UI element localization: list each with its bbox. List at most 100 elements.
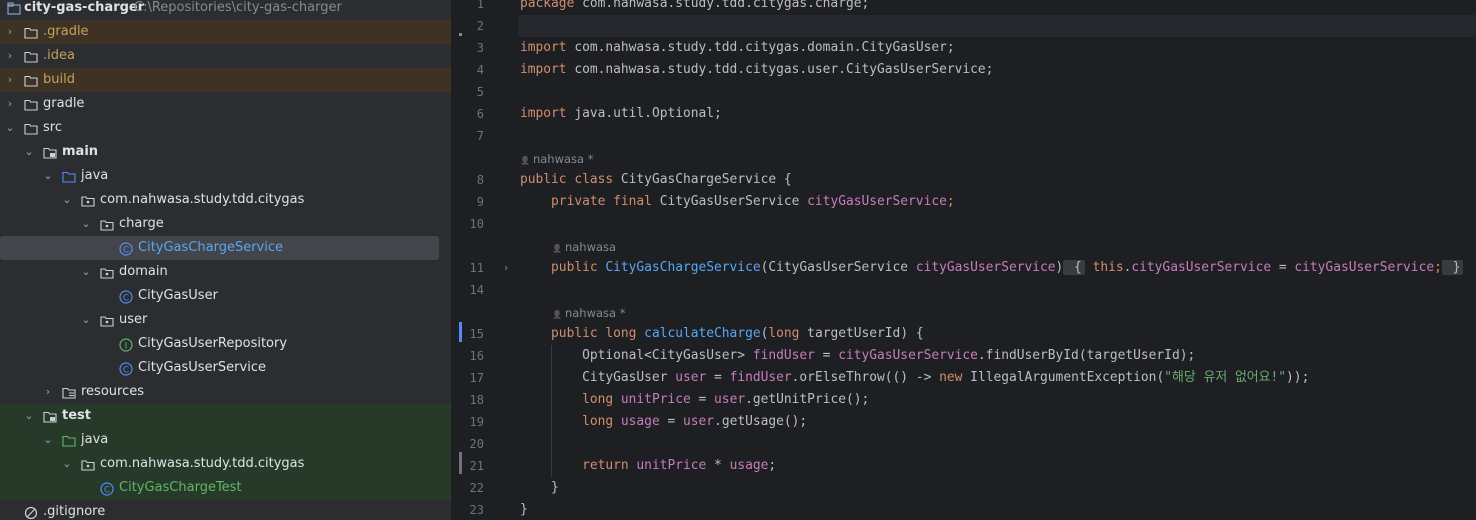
tree-item-label: CityGasChargeService: [138, 240, 283, 255]
module-icon: [7, 1, 21, 15]
code-token: usage: [729, 458, 769, 473]
code-token: .getUsage();: [714, 414, 808, 429]
chevron-down-icon[interactable]: ⌄: [42, 428, 54, 452]
tree-item-package-domain[interactable]: ⌄ domain: [0, 260, 451, 284]
tree-item-label: src: [43, 120, 62, 135]
code-token: {: [1063, 260, 1085, 275]
code-token: com.nahwasa.study.tdd.citygas.charge;: [574, 0, 870, 11]
code-token: (CityGasUserService: [760, 260, 916, 275]
code-token: =: [1271, 260, 1295, 275]
tree-item-test-folder[interactable]: ⌄ test: [0, 404, 451, 428]
line-number: 10: [469, 217, 484, 231]
code-token: private final: [520, 194, 652, 209]
tree-item-file-city-gas-user-service[interactable]: C CityGasUserService: [0, 356, 451, 380]
code-line-method-close[interactable]: }: [520, 477, 559, 499]
code-line-import-user[interactable]: import com.nahwasa.study.tdd.citygas.dom…: [520, 37, 955, 59]
author-hint[interactable]: 👤 nahwasa *: [520, 150, 594, 170]
tree-item-java-test-root[interactable]: ⌄ java: [0, 428, 451, 452]
project-root-row[interactable]: city-gas-charger C:\Repositories\city-ga…: [0, 0, 451, 20]
chevron-down-icon[interactable]: ⌄: [42, 164, 54, 188]
tree-item-package-test[interactable]: ⌄ com.nahwasa.study.tdd.citygas: [0, 452, 451, 476]
project-root-path: C:\Repositories\city-gas-charger: [134, 0, 342, 15]
code-line-class-close[interactable]: }: [520, 499, 528, 520]
code-token: long: [520, 392, 614, 407]
code-token: *: [706, 458, 730, 473]
chevron-right-icon[interactable]: ›: [4, 44, 16, 68]
chevron-down-icon[interactable]: ⌄: [61, 188, 73, 212]
tree-item-file-gitignore[interactable]: .gitignore: [0, 500, 451, 520]
author-hint-text: nahwasa *: [564, 306, 626, 320]
chevron-down-icon[interactable]: ⌄: [80, 212, 92, 236]
tree-item-label: CityGasUserRepository: [138, 336, 288, 351]
author-hint[interactable]: 👤 nahwasa: [552, 238, 616, 258]
code-token: public: [520, 260, 598, 275]
tree-item-main-folder[interactable]: ⌄ main: [0, 140, 451, 164]
tree-item-gradle-cache-folder[interactable]: › .gradle: [0, 20, 451, 44]
chevron-down-icon[interactable]: ⌄: [4, 116, 16, 140]
tree-item-label: build: [43, 72, 75, 87]
class-icon: C: [119, 361, 133, 376]
code-token: java.util.Optional;: [566, 106, 722, 121]
author-hint[interactable]: 👤 nahwasa *: [552, 304, 626, 324]
code-token: targetUserId) {: [799, 326, 924, 341]
changed-line-marker[interactable]: [459, 452, 462, 474]
code-line-constructor[interactable]: public CityGasChargeService(CityGasUserS…: [520, 257, 1464, 279]
tree-item-label: test: [62, 408, 91, 423]
chevron-down-icon[interactable]: ⌄: [23, 140, 35, 164]
code-line-unit-price[interactable]: long unitPrice = user.getUnitPrice();: [520, 389, 869, 411]
chevron-right-icon[interactable]: ›: [4, 68, 16, 92]
code-line-field[interactable]: private final CityGasUserService cityGas…: [520, 191, 955, 213]
chevron-down-icon[interactable]: ⌄: [80, 260, 92, 284]
tree-item-build-folder[interactable]: › build: [0, 68, 451, 92]
tree-item-package-user[interactable]: ⌄ user: [0, 308, 451, 332]
tree-item-resources-folder[interactable]: › resources: [0, 380, 451, 404]
tree-item-file-city-gas-user-repository[interactable]: I CityGasUserRepository: [0, 332, 451, 356]
chevron-right-icon[interactable]: ›: [4, 92, 16, 116]
caret-line-highlight: [518, 15, 1476, 37]
code-line-class-decl[interactable]: public class CityGasChargeService {: [520, 169, 792, 191]
line-number: 4: [476, 63, 484, 77]
chevron-right-icon[interactable]: ›: [4, 20, 16, 44]
line-number: 20: [469, 437, 484, 451]
code-token: ;: [768, 458, 777, 473]
tree-item-file-city-gas-user[interactable]: C CityGasUser: [0, 284, 451, 308]
code-token: cityGasUserService: [1131, 260, 1272, 275]
code-editor[interactable]: 1 2 3 4 5 6 7 8 9 10 11 14 15 16 17 18 19 20 21 22 23 › 👤 nahw…: [452, 0, 1476, 520]
code-token: import: [520, 62, 567, 77]
tree-item-gradle-folder[interactable]: › gradle: [0, 92, 451, 116]
modified-line-marker[interactable]: [459, 322, 462, 342]
line-number: 9: [476, 195, 484, 209]
code-line-import-service[interactable]: import com.nahwasa.study.tdd.citygas.use…: [520, 59, 993, 81]
code-line-find-user[interactable]: Optional<CityGasUser> findUser = cityGas…: [520, 345, 1195, 367]
code-line-import-optional[interactable]: import java.util.Optional;: [520, 103, 722, 125]
chevron-down-icon[interactable]: ⌄: [61, 452, 73, 476]
code-line-usage[interactable]: long usage = user.getUsage();: [520, 411, 807, 433]
chevron-down-icon[interactable]: ⌄: [23, 404, 35, 428]
fold-chevron-right-icon[interactable]: ›: [504, 257, 508, 279]
user-icon: 👤: [520, 156, 530, 165]
deleted-line-marker[interactable]: [459, 33, 462, 36]
code-token: ));: [1286, 370, 1310, 385]
code-line-or-else-throw[interactable]: CityGasUser user = findUser.orElseThrow(…: [520, 367, 1309, 389]
user-icon: 👤: [552, 244, 562, 253]
project-tool-window: city-gas-charger C:\Repositories\city-ga…: [0, 0, 451, 520]
tree-item-java-source-root[interactable]: ⌄ java: [0, 164, 451, 188]
tree-item-package-main[interactable]: ⌄ com.nahwasa.study.tdd.citygas: [0, 188, 451, 212]
code-token: .getUnitPrice();: [745, 392, 870, 407]
code-line-package[interactable]: package com.nahwasa.study.tdd.citygas.ch…: [520, 0, 869, 15]
tree-item-package-charge[interactable]: ⌄ charge: [0, 212, 451, 236]
tree-item-label: .gitignore: [43, 504, 106, 519]
tree-item-file-city-gas-charge-service[interactable]: C CityGasChargeService: [0, 236, 439, 260]
svg-text:C: C: [123, 294, 129, 304]
tree-item-label: com.nahwasa.study.tdd.citygas: [100, 456, 305, 471]
tree-item-idea-folder[interactable]: › .idea: [0, 44, 451, 68]
chevron-down-icon[interactable]: ⌄: [80, 308, 92, 332]
chevron-right-icon[interactable]: ›: [42, 380, 54, 404]
code-line-method-decl[interactable]: public long calculateCharge(long targetU…: [520, 323, 924, 345]
tree-item-src-folder[interactable]: ⌄ src: [0, 116, 451, 140]
author-hint-text: nahwasa: [564, 240, 617, 254]
tree-item-file-city-gas-charge-test[interactable]: C CityGasChargeTest: [0, 476, 451, 500]
code-line-return[interactable]: return unitPrice * usage;: [520, 455, 776, 477]
code-token: "해당 유저 없어요!": [1164, 370, 1287, 385]
code-token: return: [520, 458, 629, 473]
